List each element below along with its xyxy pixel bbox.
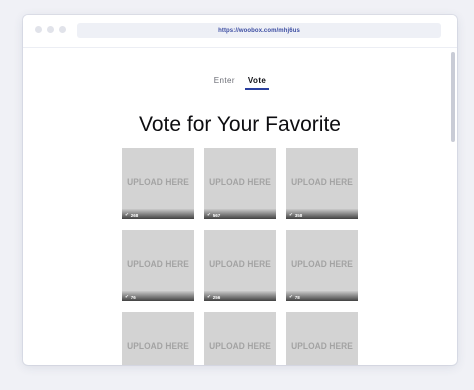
entry-tile[interactable]: UPLOAD HERE ✔ 358	[286, 148, 358, 219]
vote-count-wrap: ✔ 78	[289, 294, 300, 300]
check-icon: ✔	[207, 212, 211, 217]
upload-placeholder-label: UPLOAD HERE	[127, 341, 189, 352]
browser-window: https://woobox.com/mhj6us Enter Vote Vot…	[23, 15, 457, 365]
upload-placeholder-label: UPLOAD HERE	[209, 259, 271, 270]
vote-bar: ✔ 268	[122, 209, 194, 219]
browser-titlebar: https://woobox.com/mhj6us	[23, 15, 457, 48]
vote-bar: ✔ 78	[286, 291, 358, 301]
window-close-dot[interactable]	[35, 26, 42, 33]
vote-count: 268	[130, 212, 139, 218]
vote-bar: ✔ 567	[204, 209, 276, 219]
vote-count-wrap: ✔ 358	[289, 212, 302, 218]
tab-bar: Enter Vote	[23, 76, 457, 92]
tab-enter[interactable]: Enter	[211, 76, 238, 88]
vote-bar: ✔ 256	[204, 291, 276, 301]
check-icon: ✔	[289, 212, 293, 217]
entry-tile[interactable]: UPLOAD HERE	[286, 312, 358, 365]
entry-tile[interactable]: UPLOAD HERE ✔ 268	[122, 148, 194, 219]
vote-bar: ✔ 76	[122, 291, 194, 301]
vote-bar: ✔ 358	[286, 209, 358, 219]
vote-count-wrap: ✔ 76	[125, 294, 136, 300]
entry-tile[interactable]: UPLOAD HERE ✔ 567	[204, 148, 276, 219]
upload-placeholder-label: UPLOAD HERE	[291, 259, 353, 270]
entry-tile[interactable]: UPLOAD HERE	[122, 312, 194, 365]
upload-placeholder-label: UPLOAD HERE	[127, 177, 189, 188]
window-maximize-dot[interactable]	[59, 26, 66, 33]
vote-count-wrap: ✔ 567	[207, 212, 220, 218]
upload-placeholder-label: UPLOAD HERE	[209, 341, 271, 352]
entry-tile[interactable]: UPLOAD HERE ✔ 78	[286, 230, 358, 301]
window-minimize-dot[interactable]	[47, 26, 54, 33]
check-icon: ✔	[207, 294, 211, 299]
scrollbar[interactable]	[451, 48, 455, 365]
vote-count: 358	[294, 212, 303, 218]
entry-tile[interactable]: UPLOAD HERE ✔ 76	[122, 230, 194, 301]
upload-placeholder-label: UPLOAD HERE	[209, 177, 271, 188]
vote-count: 567	[212, 212, 221, 218]
address-bar[interactable]: https://woobox.com/mhj6us	[77, 23, 441, 38]
tab-vote[interactable]: Vote	[244, 76, 270, 90]
check-icon: ✔	[125, 294, 129, 299]
vote-count: 78	[294, 294, 300, 300]
upload-placeholder-label: UPLOAD HERE	[291, 341, 353, 352]
upload-placeholder-label: UPLOAD HERE	[127, 259, 189, 270]
vote-count-wrap: ✔ 256	[207, 294, 220, 300]
vote-count: 256	[212, 294, 221, 300]
vote-count: 76	[130, 294, 136, 300]
entry-tile[interactable]: UPLOAD HERE ✔ 256	[204, 230, 276, 301]
page-title: Vote for Your Favorite	[139, 113, 341, 136]
check-icon: ✔	[125, 212, 129, 217]
vote-count-wrap: ✔ 268	[125, 212, 138, 218]
entry-tile[interactable]: UPLOAD HERE	[204, 312, 276, 365]
check-icon: ✔	[289, 294, 293, 299]
upload-placeholder-label: UPLOAD HERE	[291, 177, 353, 188]
